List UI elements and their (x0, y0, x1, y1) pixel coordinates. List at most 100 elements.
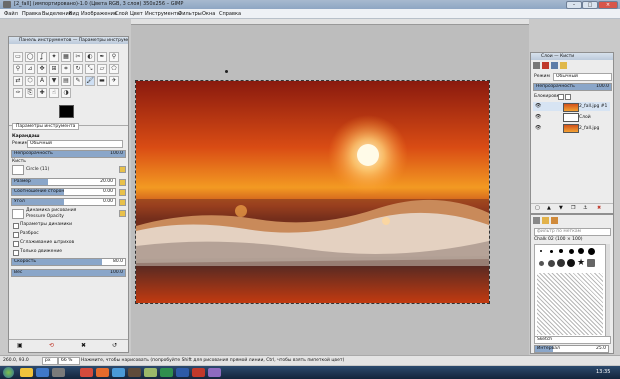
star-brush-icon[interactable]: ★ (577, 258, 585, 268)
anchor-layer-icon[interactable]: ⚓ (583, 205, 587, 211)
layer-mode-select[interactable]: Обычный (553, 73, 612, 81)
taskbar-skype-icon[interactable] (112, 368, 125, 377)
ink-icon[interactable]: ✑ (13, 88, 23, 98)
taskbar-ie-icon[interactable] (36, 368, 49, 377)
image-canvas[interactable] (135, 80, 490, 304)
heal-icon[interactable]: ✚ (37, 88, 47, 98)
paths-icon[interactable]: ✒ (97, 52, 107, 62)
brush-item[interactable] (577, 247, 585, 255)
taskbar-explorer-icon[interactable] (20, 368, 33, 377)
shear-icon[interactable]: ▱ (97, 64, 107, 74)
foreground-color-swatch[interactable] (59, 105, 74, 118)
bucket-fill-icon[interactable]: ▼ (49, 76, 59, 86)
layers-tab-icon[interactable] (533, 62, 540, 69)
taskbar-firefox-icon[interactable] (96, 368, 109, 377)
color-picker-icon[interactable]: ⚲ (109, 52, 119, 62)
eye-icon[interactable]: 👁 (535, 125, 541, 131)
reset-options-icon[interactable]: ↺ (112, 342, 117, 349)
blend-icon[interactable]: ▤ (61, 76, 71, 86)
taskbar-opera-icon[interactable] (80, 368, 93, 377)
foreground-select-icon[interactable]: ◐ (85, 52, 95, 62)
channels-tab-icon[interactable] (542, 62, 549, 69)
menu-edit[interactable]: Правка (22, 11, 41, 17)
brush-scrollbar[interactable] (606, 244, 610, 338)
patterns-tab-icon[interactable] (542, 217, 549, 224)
pencil-icon[interactable]: ✎ (73, 76, 83, 86)
checkbox-jitter[interactable] (13, 232, 19, 238)
crop-icon[interactable]: ⌗ (61, 64, 71, 74)
close-button[interactable]: × (598, 1, 618, 9)
brush-preset-select[interactable]: Sketch (534, 336, 611, 344)
taskbar-excel-icon[interactable] (160, 368, 173, 377)
brush-preview-icon[interactable] (12, 165, 24, 175)
mode-select[interactable]: Обычный (27, 140, 123, 148)
scissors-icon[interactable]: ✂ (73, 52, 83, 62)
tab-tool-options[interactable]: Параметры инструмента (12, 123, 80, 130)
zoom-select[interactable]: 66 % (58, 357, 80, 365)
maximize-button[interactable]: □ (582, 1, 598, 9)
menu-image[interactable]: Изображение (81, 11, 117, 17)
layer-opacity-slider[interactable]: Непрозрачность 100.0 (533, 83, 612, 91)
eye-icon[interactable]: 👁 (535, 103, 541, 109)
unit-select[interactable]: px (42, 357, 58, 365)
start-button-icon[interactable] (3, 367, 14, 378)
brush-item[interactable] (557, 259, 565, 267)
spacing-slider[interactable]: Интервал 25.0 (534, 345, 609, 353)
angle-slider[interactable]: Угол 0.00 (11, 198, 116, 206)
duplicate-layer-icon[interactable]: ❐ (571, 205, 575, 211)
opacity-slider[interactable]: Непрозрачность 100.0 (11, 150, 126, 158)
taskbar-app2-icon[interactable] (208, 368, 221, 377)
menu-help[interactable]: Справка (219, 11, 241, 17)
undo-tab-icon[interactable] (560, 62, 567, 69)
rotate-icon[interactable]: ↻ (73, 64, 83, 74)
menu-layer[interactable]: Слой (115, 11, 128, 17)
color-select-icon[interactable]: ▦ (61, 52, 71, 62)
dynamics-icon[interactable] (12, 209, 24, 219)
taskbar-word-icon[interactable] (176, 368, 189, 377)
weight-slider[interactable]: Вес 100.0 (11, 269, 126, 277)
fuzzy-select-icon[interactable]: ✦ (49, 52, 59, 62)
flip-icon[interactable]: ⇄ (13, 76, 23, 86)
paintbrush-icon[interactable]: 🖌 (85, 76, 95, 86)
raise-layer-icon[interactable]: ▲ (547, 205, 551, 211)
menu-filters[interactable]: Фильтры (178, 11, 202, 17)
taskbar-media-icon[interactable] (52, 368, 65, 377)
size-slider[interactable]: Размер 20.00 (11, 178, 116, 186)
brush-texture-grid[interactable] (537, 273, 603, 335)
paths-tab-icon[interactable] (551, 62, 558, 69)
speed-slider[interactable]: Скорость 80.0 (11, 258, 126, 266)
scale-icon[interactable]: ⤡ (85, 64, 95, 74)
perspective-icon[interactable]: ⬠ (109, 64, 119, 74)
taskbar-gimp-icon[interactable] (128, 368, 141, 377)
aspect-ratio-slider[interactable]: Соотношение сторон 0.00 (11, 188, 116, 196)
taskbar-pdf-icon[interactable] (192, 368, 205, 377)
taskbar-app-icon[interactable] (144, 368, 157, 377)
gradients-tab-icon[interactable] (551, 217, 558, 224)
move-icon[interactable]: ✥ (37, 64, 47, 74)
brushes-tab-icon[interactable] (533, 217, 540, 224)
brush-item[interactable] (547, 247, 555, 255)
checkbox-dynamics-options[interactable] (13, 223, 19, 229)
brush-edit-icon[interactable] (119, 166, 126, 173)
brush-item[interactable] (567, 247, 575, 255)
brush-filter-input[interactable]: фильтр по меткам (534, 228, 611, 236)
new-layer-icon[interactable]: ▢ (535, 205, 540, 211)
menu-view[interactable]: Вид (69, 11, 79, 17)
dynamics-edit-icon[interactable] (119, 210, 126, 217)
brush-item[interactable] (567, 259, 575, 267)
brush-item[interactable] (587, 259, 595, 267)
eye-icon[interactable]: 👁 (535, 114, 541, 120)
lock-pixels-checkbox[interactable] (558, 94, 564, 100)
menu-windows[interactable]: Окна (202, 11, 215, 17)
checkbox-incremental[interactable] (13, 250, 19, 256)
align-icon[interactable]: ⊞ (49, 64, 59, 74)
cage-icon[interactable]: ⬡ (25, 76, 35, 86)
dodge-icon[interactable]: ◑ (61, 88, 71, 98)
size-reset-icon[interactable] (119, 179, 126, 186)
zoom-icon[interactable]: ⚲ (13, 64, 23, 74)
brush-item[interactable] (587, 247, 595, 255)
brush-item[interactable] (557, 247, 565, 255)
text-icon[interactable]: A (37, 76, 47, 86)
eraser-icon[interactable]: ▬ (97, 76, 107, 86)
checkbox-smooth[interactable] (13, 241, 19, 247)
